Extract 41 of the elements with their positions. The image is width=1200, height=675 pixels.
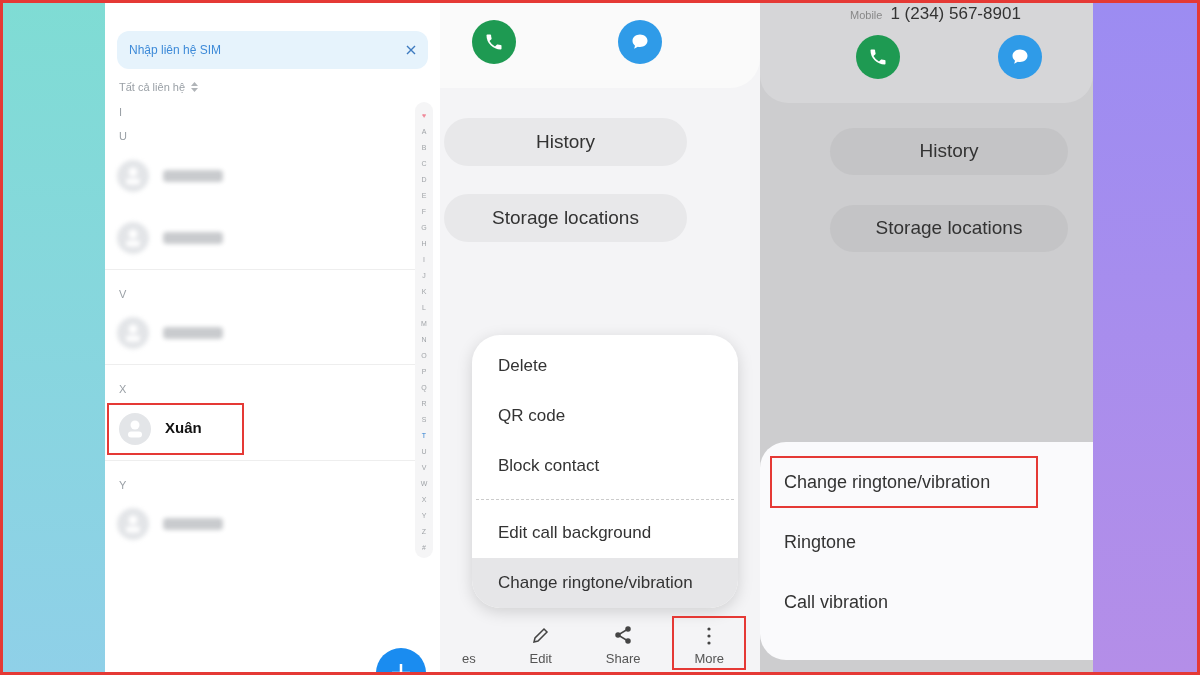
menu-item[interactable]: Edit call background <box>472 508 738 558</box>
pill-button[interactable]: History <box>444 118 687 166</box>
pill-button[interactable]: Storage locations <box>444 194 687 242</box>
section-letter: I <box>118 104 124 120</box>
section-letter: U <box>118 129 128 144</box>
sort-icon[interactable] <box>191 82 199 93</box>
menu-item[interactable]: Change ringtone/vibration <box>472 558 738 608</box>
avatar-icon <box>117 159 149 192</box>
close-icon[interactable] <box>406 45 416 55</box>
nav-button[interactable]: More <box>672 616 746 670</box>
banner-text: Nhập liên hệ SIM <box>129 42 222 59</box>
message-button[interactable] <box>618 19 662 64</box>
sheet-item[interactable]: Call vibration <box>770 576 1038 628</box>
share-icon <box>613 624 634 645</box>
nav-button[interactable]: Edit <box>507 616 574 670</box>
section-letter: Y <box>118 477 128 493</box>
section-letter: X <box>118 382 128 397</box>
call-button[interactable] <box>856 34 900 79</box>
nav-button[interactable]: es <box>440 616 498 670</box>
avatar-icon <box>117 508 149 540</box>
call-button[interactable] <box>472 19 516 64</box>
filter-label[interactable]: Tất cả liên hệ <box>119 79 186 96</box>
message-button[interactable] <box>998 34 1042 79</box>
avatar-icon <box>117 221 149 254</box>
avatar-icon <box>117 317 149 349</box>
menu-item[interactable]: Delete <box>472 341 738 391</box>
contact-row[interactable]: Xuân <box>107 402 244 455</box>
avatar-icon <box>119 412 151 445</box>
phone-number: 1 (234) 567-8901 <box>890 3 1021 25</box>
section-letter: V <box>118 286 128 302</box>
nav-button[interactable]: Share <box>583 616 663 670</box>
sim-import-banner[interactable]: Nhập liên hệ SIM <box>117 31 428 69</box>
contact-name: Xuân <box>165 418 202 439</box>
pill-button[interactable]: Storage locations <box>830 205 1068 252</box>
sheet-item[interactable]: Change ringtone/vibration <box>770 456 1038 508</box>
pill-button[interactable]: History <box>830 128 1068 175</box>
menu-item[interactable]: Block contact <box>472 441 738 491</box>
menu-item[interactable]: QR code <box>472 391 738 441</box>
more-icon <box>707 626 712 645</box>
phone-label: Mobile <box>850 8 883 23</box>
sheet-item[interactable]: Ringtone <box>770 516 1038 568</box>
